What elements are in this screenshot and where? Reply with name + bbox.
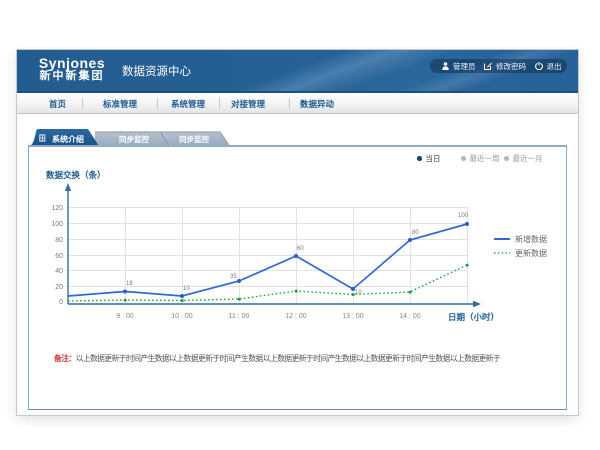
svg-text:13 : 00: 13 : 00 [342,313,364,320]
svg-text:更新数据: 更新数据 [515,248,547,258]
svg-text:9 : 00: 9 : 00 [116,313,134,320]
svg-text:0: 0 [59,299,63,306]
svg-text:新增数据: 新增数据 [515,234,547,244]
svg-text:10 : 00: 10 : 00 [171,313,193,320]
svg-text:20: 20 [55,284,63,291]
svg-text:100: 100 [458,213,469,219]
svg-text:18: 18 [126,281,133,287]
svg-text:12 : 00: 12 : 00 [285,313,307,320]
svg-text:10: 10 [355,290,362,296]
svg-text:10: 10 [183,286,190,292]
svg-text:11 : 00: 11 : 00 [229,313,250,320]
svg-text:40: 40 [55,268,63,275]
svg-text:80: 80 [55,237,63,244]
svg-text:60: 60 [55,253,63,260]
svg-text:60: 60 [297,246,304,252]
svg-text:120: 120 [51,205,63,212]
svg-text:35: 35 [230,274,237,280]
svg-text:100: 100 [51,221,63,228]
svg-text:14 : 00: 14 : 00 [399,313,421,320]
svg-text:80: 80 [412,230,419,236]
